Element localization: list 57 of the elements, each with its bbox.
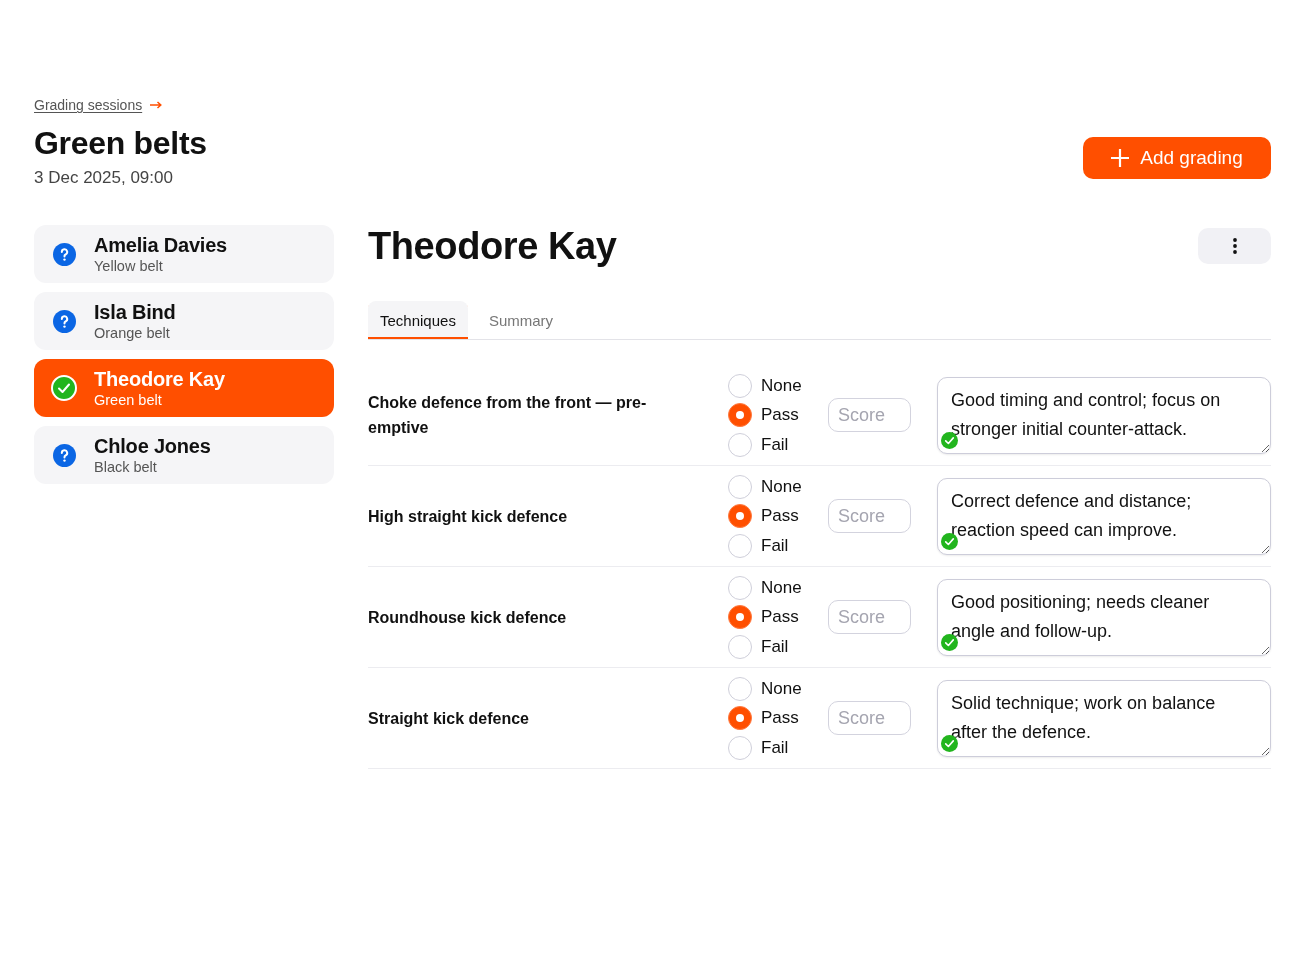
radio-label[interactable]: None	[761, 476, 802, 497]
radio-button[interactable]	[728, 403, 752, 427]
more-vertical-icon	[1232, 238, 1237, 254]
comment-field[interactable]: Good positioning; needs cleaner angle and follow-up.	[937, 578, 1271, 656]
radio-button[interactable]	[728, 676, 752, 701]
score-field[interactable]: Score	[828, 398, 911, 432]
radio-button[interactable]	[728, 575, 752, 600]
radio-button[interactable]	[728, 504, 752, 528]
score-field[interactable]: Score	[828, 499, 911, 533]
radio-button[interactable]	[728, 706, 752, 730]
student-name: Amelia Davies	[94, 233, 228, 257]
breadcrumb-link[interactable]: Grading sessions	[34, 97, 143, 113]
comment-field[interactable]: Solid technique; work on balance after the defence.	[937, 679, 1271, 757]
score-field[interactable]: Score	[828, 701, 911, 735]
student-item[interactable]: Chloe Jones Black belt	[34, 426, 334, 484]
arrow-right-icon	[150, 101, 163, 109]
radio-label[interactable]: None	[761, 678, 802, 699]
session-date: 3 Dec 2025, 09:00	[34, 167, 174, 189]
technique-name: Straight kick defence	[368, 708, 530, 729]
comment-field[interactable]: Good timing and control; focus on stronger initial counter-attack.	[937, 376, 1271, 454]
plus-icon	[1111, 149, 1130, 167]
belt-label: Orange belt	[94, 324, 171, 342]
radio-label[interactable]: Pass	[761, 405, 799, 425]
student-name: Isla Bind	[94, 300, 176, 324]
tab[interactable]: Summary	[476, 301, 566, 339]
session-title: Green belts	[34, 124, 207, 162]
student-name: Theodore Kay	[94, 367, 225, 391]
radio-button[interactable]	[728, 432, 752, 457]
belt-label: Green belt	[94, 391, 163, 409]
radio-button[interactable]	[728, 634, 752, 659]
radio-label[interactable]: Fail	[761, 434, 789, 455]
radio-label[interactable]: Pass	[761, 607, 799, 627]
technique-name: Roundhouse kick defence	[368, 607, 568, 628]
radio-button[interactable]	[728, 373, 752, 398]
radio-button[interactable]	[728, 605, 752, 629]
student-title: Theodore Kay	[368, 224, 617, 268]
comment-field[interactable]: Correct defence and distance; reaction speed can improve.	[937, 477, 1271, 555]
score-field[interactable]: Score	[828, 600, 911, 634]
student-name: Chloe Jones	[94, 434, 211, 458]
radio-label[interactable]: Fail	[761, 535, 789, 556]
radio-label[interactable]: Fail	[761, 636, 789, 657]
radio-label[interactable]: None	[761, 375, 802, 396]
radio-button[interactable]	[728, 474, 752, 499]
student-item[interactable]: Amelia Davies Yellow belt	[34, 225, 334, 283]
radio-label[interactable]: Pass	[761, 506, 799, 526]
belt-label: Yellow belt	[94, 257, 164, 275]
technique-name: High straight kick defence	[368, 506, 569, 527]
radio-label[interactable]: None	[761, 577, 802, 598]
student-item[interactable]: Isla Bind Orange belt	[34, 292, 334, 350]
radio-label[interactable]: Fail	[761, 737, 789, 758]
more-button[interactable]	[1198, 228, 1271, 264]
radio-label[interactable]: Pass	[761, 708, 799, 728]
radio-button[interactable]	[728, 735, 752, 760]
belt-label: Black belt	[94, 458, 158, 476]
technique-name: Choke defence from the front — pre-emptive	[368, 393, 648, 438]
tab[interactable]: Techniques	[368, 301, 468, 339]
radio-button[interactable]	[728, 533, 752, 558]
